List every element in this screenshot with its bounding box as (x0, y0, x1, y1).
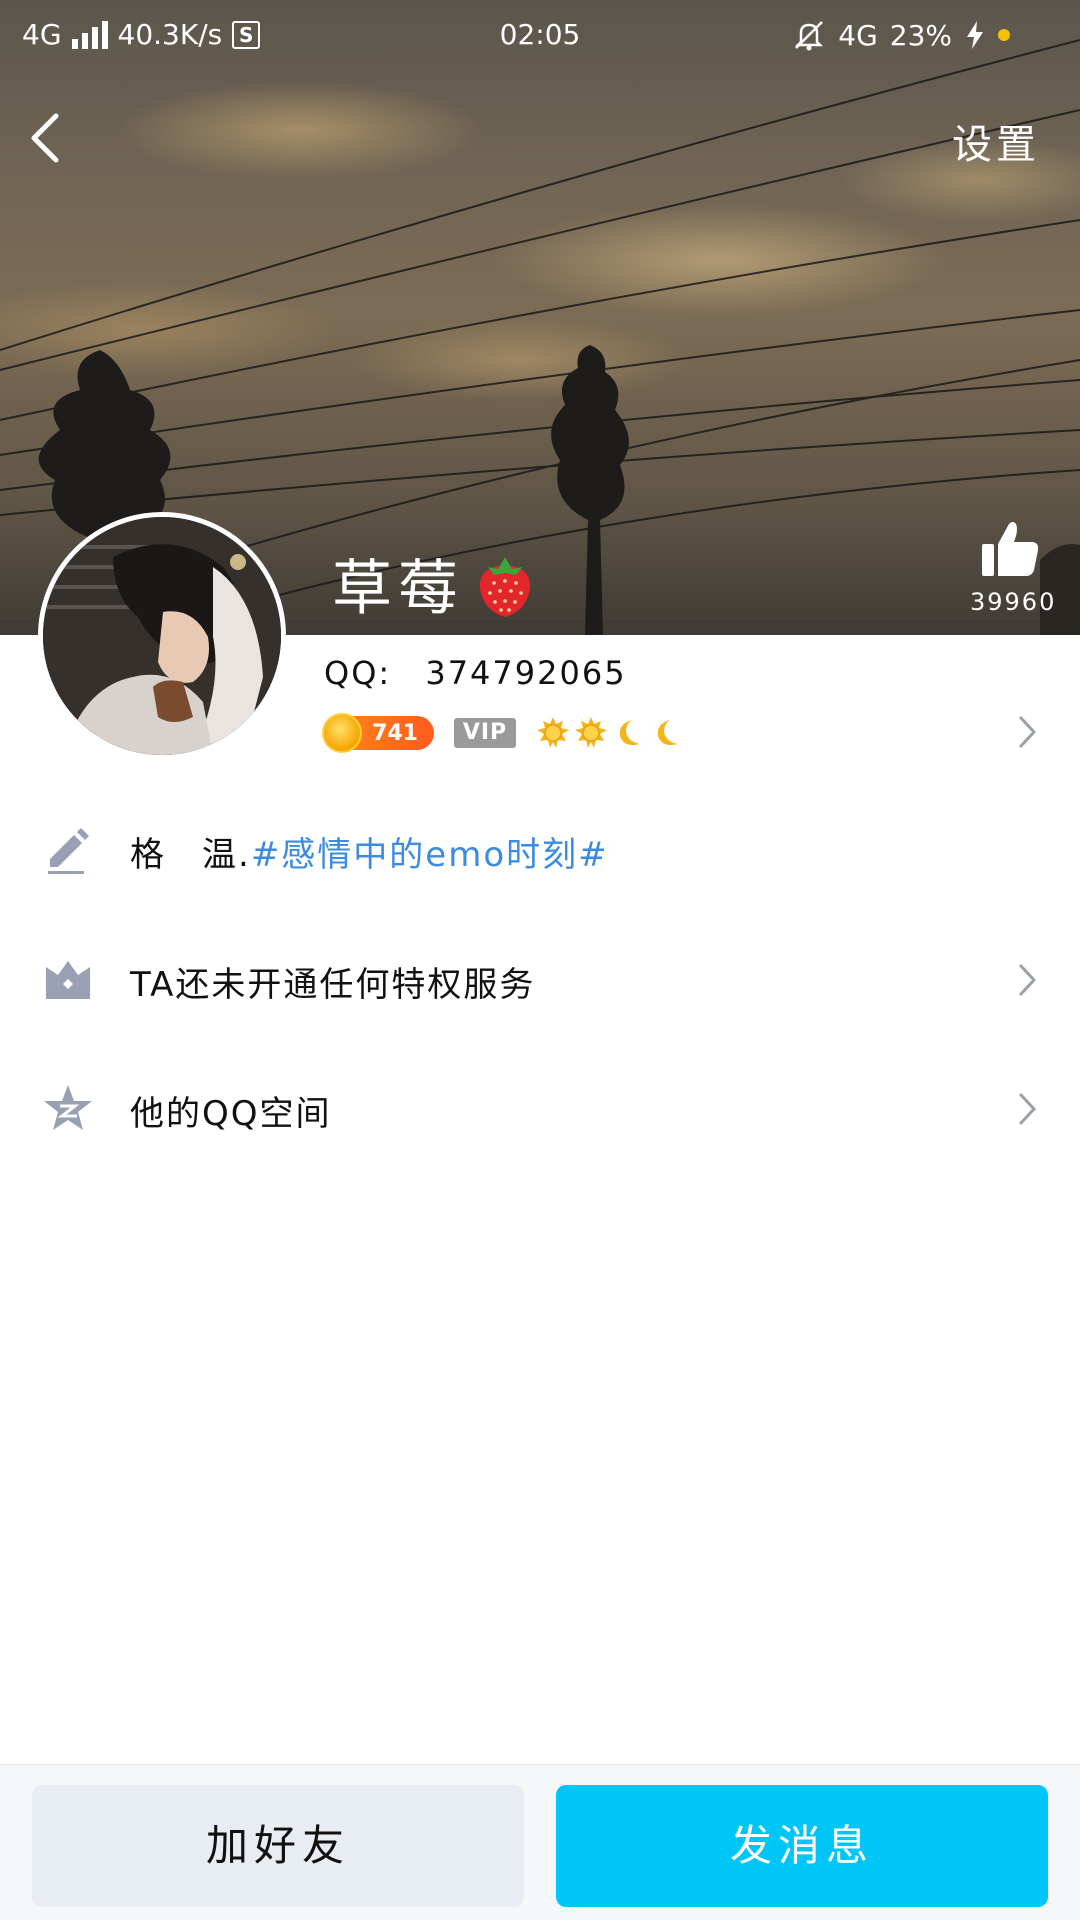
charging-icon (967, 21, 983, 49)
qq-level-icons (536, 716, 684, 750)
network-speed: 40.3K/s (117, 18, 223, 51)
strawberry-icon (479, 556, 531, 617)
qq-number: QQ: 374792065 (324, 654, 627, 692)
crown-icon (46, 961, 90, 999)
like-count: 39960 (970, 588, 1057, 616)
clock: 02:05 (499, 18, 581, 51)
avatar[interactable] (38, 512, 286, 760)
privilege-chevron-icon (1019, 964, 1037, 996)
qzone-text: 他的QQ空间 (130, 1094, 332, 1134)
level-value: 741 (372, 720, 418, 746)
qq-number-value: 374792065 (425, 654, 627, 692)
pencil-icon (48, 828, 89, 874)
profile-nickname: 草莓 (332, 540, 536, 627)
nickname-text: 草莓 (332, 554, 464, 624)
qzone-row[interactable]: 他的QQ空间 (0, 1054, 1080, 1164)
network-type-left: 4G (22, 18, 62, 51)
signature-prefix: 格 温. (130, 835, 251, 875)
qzone-chevron-icon (1019, 1093, 1037, 1125)
profile-screen: 4G 40.3K/s S 02:05 4G 23% 设置 草莓 39960 QQ… (0, 0, 1080, 1920)
thumbs-up-icon (982, 522, 1039, 576)
status-bar: 4G 40.3K/s S 02:05 4G 23% (0, 0, 1080, 72)
bottom-action-bar: 加好友 发消息 (0, 1764, 1080, 1920)
sun-icon (537, 717, 569, 748)
badges-chevron-icon[interactable] (1016, 712, 1040, 752)
send-message-button[interactable]: 发消息 (556, 1785, 1048, 1907)
battery-percent: 23% (889, 18, 952, 52)
signature-text: 格 温.#感情中的emo时刻# (130, 827, 609, 876)
privilege-text: TA还未开通任何特权服务 (130, 965, 536, 1005)
avatar-image (43, 517, 281, 755)
chevron-left-icon (31, 113, 59, 163)
moon-icon (619, 720, 640, 745)
sun-icon (575, 717, 607, 748)
vip-badge: VIP (454, 718, 516, 748)
alarm-off-icon (795, 21, 824, 51)
qq-label: QQ: (324, 654, 392, 692)
battery-indicator-icon (998, 29, 1010, 41)
star-icon (44, 1085, 92, 1130)
moon-icon (657, 720, 678, 745)
like-button[interactable]: 39960 (970, 518, 1057, 616)
signature-row[interactable]: 格 温.#感情中的emo时刻# (0, 795, 1080, 905)
signal-icon (71, 20, 108, 49)
back-button[interactable] (22, 108, 72, 168)
privilege-row[interactable]: TA还未开通任何特权服务 (0, 925, 1080, 1035)
signature-topic-link[interactable]: #感情中的emo时刻# (251, 835, 609, 875)
network-type-right: 4G (838, 18, 878, 52)
app-notification-icon: S (232, 20, 261, 49)
add-friend-button[interactable]: 加好友 (32, 1785, 524, 1907)
settings-button[interactable]: 设置 (952, 112, 1040, 170)
coin-icon (322, 713, 362, 753)
level-badge: 741 (322, 713, 434, 753)
badges-row[interactable]: 741 VIP (322, 713, 684, 753)
